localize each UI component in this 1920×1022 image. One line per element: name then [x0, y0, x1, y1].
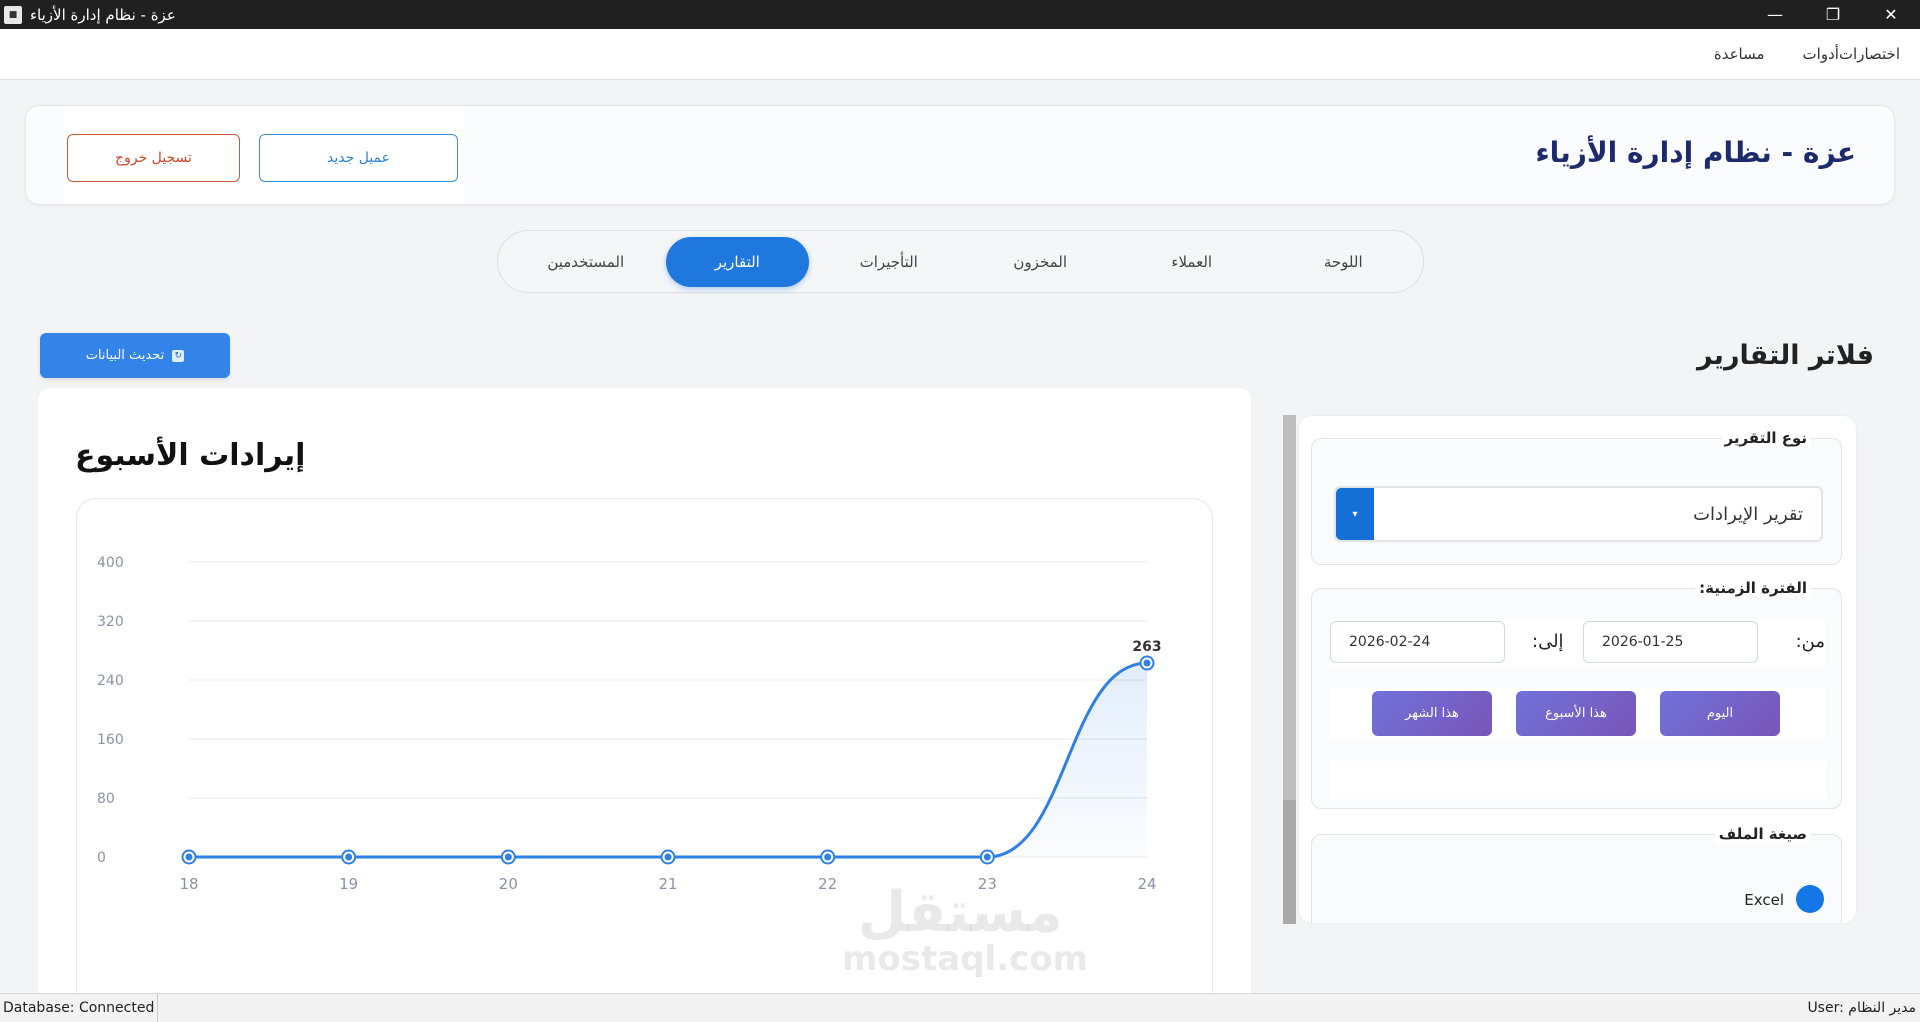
minimize-icon[interactable]: —: [1746, 0, 1804, 29]
refresh-button-label: تحديث البيانات: [85, 348, 165, 363]
data-point: [345, 853, 353, 861]
titlebar-left: ■ عزة - نظام إدارة الأزياء: [0, 0, 176, 29]
this-week-button[interactable]: هذا الأسبوع: [1516, 691, 1636, 736]
menu-tools[interactable]: أدوات: [1803, 45, 1839, 63]
new-client-button[interactable]: عميل جديد: [259, 134, 458, 182]
tab-inventory[interactable]: المخزون: [969, 237, 1113, 287]
this-month-button[interactable]: هذا الشهر: [1372, 691, 1492, 736]
x-tick-label: 22: [818, 875, 837, 893]
x-tick-label: 19: [339, 875, 358, 893]
data-label: 263: [1132, 639, 1161, 655]
from-date-input[interactable]: 2026-01-25: [1583, 621, 1758, 663]
date-range-row: من: 2026-01-25 إلى: 2026-02-24: [1330, 619, 1825, 667]
filters-title: فلاتر التقارير: [1697, 340, 1874, 371]
database-status: Database: Connected: [0, 994, 159, 1022]
watermark: مستقل mostaql.com: [842, 880, 1089, 979]
y-tick-label: 160: [97, 732, 124, 748]
logout-button[interactable]: تسجيل خروج: [67, 134, 240, 182]
y-tick-label: 320: [97, 614, 124, 630]
watermark-arabic: مستقل: [857, 880, 1063, 945]
filter-panel: نوع التقرير تقرير الإيرادات ▾ الفترة الز…: [1298, 415, 1857, 924]
x-tick-label: 18: [179, 875, 198, 893]
statusbar: Database: Connected User: مدير النظام: [0, 993, 1920, 1022]
data-point: [983, 853, 991, 861]
to-date-input[interactable]: 2026-02-24: [1330, 621, 1505, 663]
menu-shortcuts[interactable]: اختصارات: [1839, 45, 1900, 63]
period-label: الفترة الزمنية:: [1695, 579, 1811, 597]
app-icon: ■: [4, 5, 22, 24]
watermark-latin: mostaql.com: [842, 939, 1089, 979]
tab-rentals[interactable]: التأجيرات: [817, 237, 961, 287]
close-icon[interactable]: ✕: [1862, 0, 1920, 29]
format-option-excel[interactable]: Excel: [1324, 877, 1824, 917]
today-button[interactable]: اليوم: [1660, 691, 1780, 736]
main-tabs: اللوحة العملاء المخزون التأجيرات التقاري…: [497, 230, 1424, 293]
report-type-value: تقرير الإيرادات: [1693, 504, 1803, 525]
period-extra-row: [1330, 761, 1825, 799]
y-tick-label: 0: [97, 850, 106, 866]
quick-range-row: اليوم هذا الأسبوع هذا الشهر: [1330, 687, 1825, 739]
report-type-label: نوع التقرير: [1720, 429, 1811, 447]
series-line: [189, 661, 1148, 859]
filter-scrollbar-thumb[interactable]: [1283, 800, 1296, 924]
tab-reports[interactable]: التقارير: [665, 236, 809, 287]
data-point: [185, 853, 193, 861]
y-tick-label: 240: [97, 673, 124, 689]
menu-help[interactable]: مساعدة: [1714, 45, 1765, 63]
x-tick-label: 21: [658, 875, 677, 893]
refresh-data-button[interactable]: تحديث البيانات ↻: [40, 333, 230, 378]
report-type-group: نوع التقرير تقرير الإيرادات ▾: [1311, 429, 1842, 565]
y-tick-label: 80: [97, 791, 115, 807]
x-tick-label: 20: [499, 875, 518, 893]
file-format-group: صيغة الملف Excel: [1311, 825, 1842, 923]
report-type-select[interactable]: تقرير الإيرادات ▾: [1334, 486, 1823, 542]
to-label: إلى:: [1532, 631, 1564, 652]
file-format-label: صيغة الملف: [1714, 825, 1811, 843]
restore-icon[interactable]: ❐: [1804, 0, 1862, 29]
data-point: [664, 853, 672, 861]
x-tick-label: 24: [1137, 875, 1156, 893]
refresh-icon: ↻: [172, 349, 185, 362]
header-card: تسجيل خروج عميل جديد عزة - نظام إدارة ال…: [25, 105, 1895, 205]
y-tick-label: 400: [97, 555, 124, 571]
window-titlebar: ■ عزة - نظام إدارة الأزياء — ❐ ✕: [0, 0, 1920, 29]
window-title: عزة - نظام إدارة الأزياء: [30, 5, 176, 24]
tab-users[interactable]: المستخدمين: [514, 237, 658, 287]
series-area: [189, 663, 1147, 857]
menubar: اختصارات أدوات مساعدة: [0, 29, 1920, 80]
chart-title: إيرادات الأسبوع: [75, 438, 306, 473]
dropdown-handle-icon[interactable]: ▾: [1336, 488, 1374, 540]
excel-radio-icon[interactable]: [1796, 885, 1824, 913]
excel-radio-label: Excel: [1744, 891, 1784, 909]
tab-dashboard[interactable]: اللوحة: [1272, 237, 1416, 287]
data-point: [504, 853, 512, 861]
window-controls: — ❐ ✕: [1746, 0, 1920, 29]
period-group: الفترة الزمنية: من: 2026-01-25 إلى: 2026…: [1311, 579, 1842, 809]
from-label: من:: [1795, 631, 1825, 652]
app-title: عزة - نظام إدارة الأزياء: [1535, 136, 1856, 169]
tab-clients[interactable]: العملاء: [1120, 237, 1264, 287]
data-point: [824, 853, 832, 861]
data-point: [1143, 659, 1151, 667]
current-user: User: مدير النظام: [1807, 1000, 1916, 1016]
